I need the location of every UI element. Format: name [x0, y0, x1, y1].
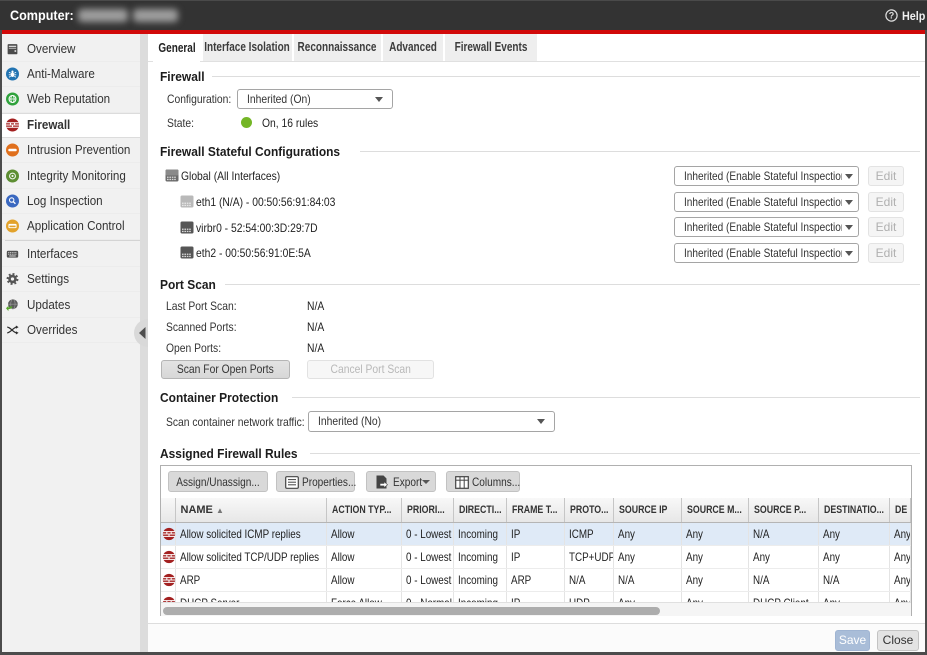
svg-text:?: ?: [889, 11, 895, 21]
